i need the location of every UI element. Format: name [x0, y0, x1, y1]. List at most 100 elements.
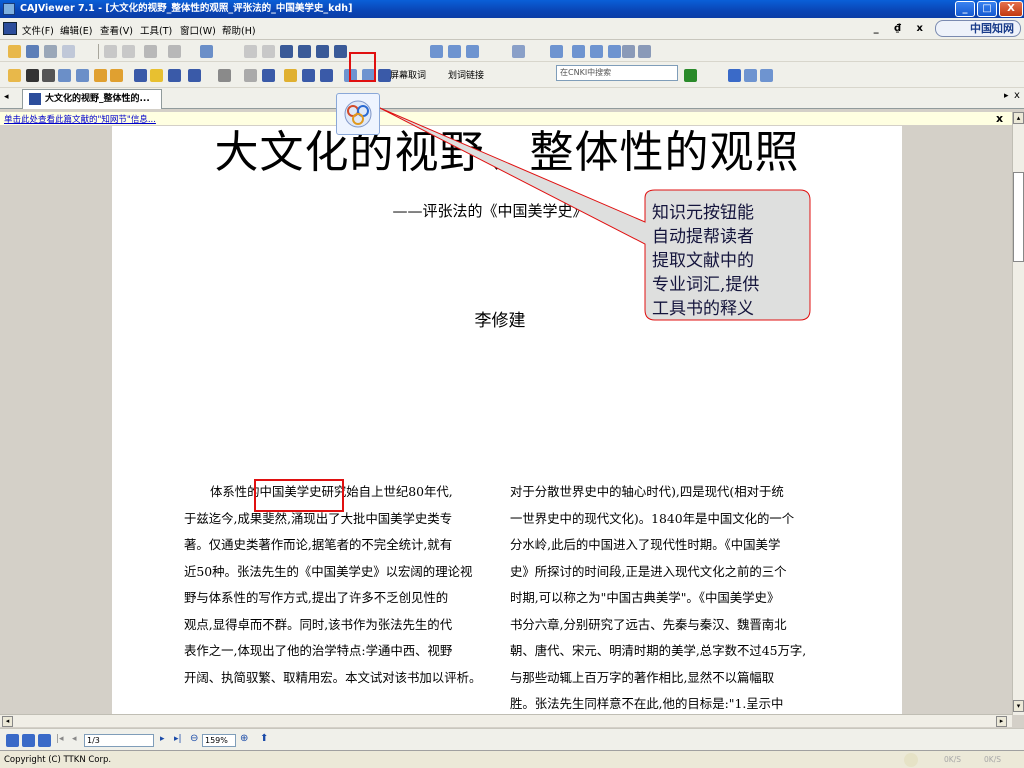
fit-width-icon[interactable] [572, 45, 585, 58]
rotate-icon[interactable] [512, 45, 525, 58]
next-page-icon[interactable]: ▸ [160, 734, 165, 744]
knowledge-node-link[interactable]: 单击此处查看此篇文献的"知网节"信息... [4, 113, 156, 125]
bookmark-icon[interactable] [94, 69, 107, 82]
zoom-in-icon[interactable] [638, 45, 651, 58]
back-icon[interactable] [316, 45, 329, 58]
info-bar-close-icon[interactable]: x [996, 112, 1003, 125]
rectangle-icon[interactable] [168, 69, 181, 82]
note-icon[interactable] [218, 69, 231, 82]
menu-tools[interactable]: 工具(T) [140, 23, 172, 37]
ellipse-icon[interactable] [188, 69, 201, 82]
body-line: 近50种。张法先生的《中国美学史》以宏阔的理论视 [184, 563, 473, 579]
undo-icon[interactable] [144, 45, 157, 58]
print-preview-icon[interactable] [62, 45, 75, 58]
navigation-bar: |◂ ◂ 1/3 ▸ ▸| ⊖ 159% ⊕ ⬆ [0, 728, 1024, 750]
minimize-button[interactable]: _ [955, 1, 975, 17]
help-icon[interactable] [728, 69, 741, 82]
select-tool-icon[interactable] [26, 69, 39, 82]
menu-edit[interactable]: 编辑(E) [60, 23, 92, 37]
scroll-down-icon[interactable]: ▾ [1013, 700, 1024, 712]
actual-size-icon[interactable] [590, 45, 603, 58]
document-icon [3, 22, 17, 35]
up-arrow-icon[interactable]: ⬆ [260, 733, 268, 744]
first-page-icon[interactable] [244, 45, 257, 58]
search-go-icon[interactable] [684, 69, 697, 82]
hand-tool-icon[interactable] [8, 69, 21, 82]
continuous-icon[interactable] [448, 45, 461, 58]
body-line: 对于分散世界史中的轴心时代),四是现代(相对于统 [510, 484, 784, 499]
zoom-out-icon[interactable]: ⊖ [190, 733, 198, 744]
ocr-icon[interactable] [110, 69, 123, 82]
document-viewport[interactable]: 大文化的视野、整体性的观照 ——评张法的《中国美学史》 李修建 体系性的中国美学… [0, 126, 1012, 714]
prev-page-icon[interactable] [262, 45, 275, 58]
prev-page-icon[interactable]: ◂ [72, 734, 77, 744]
scroll-thumb[interactable] [1013, 172, 1024, 262]
save-icon[interactable] [26, 45, 39, 58]
facing-icon[interactable] [466, 45, 479, 58]
knowledge-element-popup[interactable] [336, 93, 380, 135]
thumbnail-view-icon[interactable] [6, 734, 19, 747]
layout-icon[interactable] [200, 45, 213, 58]
cnki-search-input[interactable]: 在CNKI中搜索 [556, 65, 678, 81]
upload-speed: 0K/S [984, 755, 1001, 764]
menu-file[interactable]: 文件(F) [22, 23, 54, 37]
menu-window[interactable]: 窗口(W) [180, 23, 216, 37]
zoom-out-icon[interactable] [622, 45, 635, 58]
strikeout-icon[interactable] [302, 69, 315, 82]
zoom-level-input[interactable]: 159% [202, 734, 236, 747]
tab-scroll-right-icon[interactable]: ▸ [1004, 91, 1009, 101]
zoom-in-icon[interactable]: ⊕ [240, 733, 248, 744]
body-line: 史》所探讨的时间段,正是进入现代文化之前的三个 [510, 563, 787, 579]
fit-page-icon[interactable] [550, 45, 563, 58]
open-icon[interactable] [8, 45, 21, 58]
mdi-controls[interactable]: _ ₫ x [874, 23, 929, 34]
title-bar: CAJViewer 7.1 - [大文化的视野_整体性的观照_评张法的_中国美学… [0, 0, 1024, 18]
word-link-label[interactable]: 划词链接 [448, 68, 484, 81]
options-icon[interactable] [760, 69, 773, 82]
anchor-icon[interactable] [320, 69, 333, 82]
doc-info-icon[interactable] [744, 69, 757, 82]
menu-help[interactable]: 帮助(H) [222, 23, 256, 37]
forward-icon[interactable] [334, 45, 347, 58]
text-select-icon[interactable] [42, 69, 55, 82]
tab-strip: ◂ 大文化的视野_整体性的... ▸ x [0, 88, 1024, 109]
callout-text: 知识元按钮能 自动提帮读者 提取文献中的 专业词汇,提供 工具书的释义 [652, 201, 802, 321]
page-number-input[interactable]: 1/3 [84, 734, 154, 747]
copy-icon[interactable] [104, 45, 117, 58]
menu-view[interactable]: 查看(V) [100, 23, 133, 37]
tab-close-icon[interactable]: x [1014, 90, 1020, 101]
body-line: 与那些动辄上百万字的著作相比,显然不以篇幅取 [510, 669, 775, 685]
vertical-scrollbar[interactable]: ▴ ▾ [1012, 112, 1024, 715]
page-view-icon[interactable] [608, 45, 621, 58]
maximize-button[interactable]: □ [977, 1, 997, 17]
toolbar-highlight-box [349, 52, 376, 82]
image-select-icon[interactable] [58, 69, 71, 82]
paste-icon[interactable] [122, 45, 135, 58]
underline-icon[interactable] [284, 69, 297, 82]
pen-icon[interactable] [134, 69, 147, 82]
body-line: 著。仅通史类著作而论,据笔者的不完全统计,就有 [184, 537, 453, 552]
last-page-icon[interactable] [298, 45, 311, 58]
single-page-icon[interactable] [430, 45, 443, 58]
tab-scroll-left-icon[interactable]: ◂ [4, 92, 9, 102]
last-page-icon[interactable]: ▸| [174, 734, 182, 744]
outline-view-icon[interactable] [22, 734, 35, 747]
close-button[interactable]: X [999, 1, 1023, 17]
screen-word-label[interactable]: 屏幕取词 [390, 68, 426, 81]
scroll-up-icon[interactable]: ▴ [1013, 112, 1024, 124]
horizontal-scrollbar[interactable]: ◂ ▸ [0, 714, 1012, 727]
next-page-icon[interactable] [280, 45, 293, 58]
text-note-icon[interactable] [262, 69, 275, 82]
scroll-right-icon[interactable]: ▸ [996, 716, 1007, 727]
redo-icon[interactable] [168, 45, 181, 58]
status-bar: Copyright (C) TTKN Corp. 0K/S 0K/S [0, 750, 1024, 768]
highlighter-icon[interactable] [150, 69, 163, 82]
cnki-logo: 中国知网 [935, 20, 1021, 37]
first-page-icon[interactable]: |◂ [56, 734, 64, 744]
scroll-left-icon[interactable]: ◂ [2, 716, 13, 727]
snapshot-icon[interactable] [76, 69, 89, 82]
document-tab[interactable]: 大文化的视野_整体性的... [22, 89, 162, 109]
link-icon[interactable] [244, 69, 257, 82]
page-view-icon[interactable] [38, 734, 51, 747]
print-icon[interactable] [44, 45, 57, 58]
